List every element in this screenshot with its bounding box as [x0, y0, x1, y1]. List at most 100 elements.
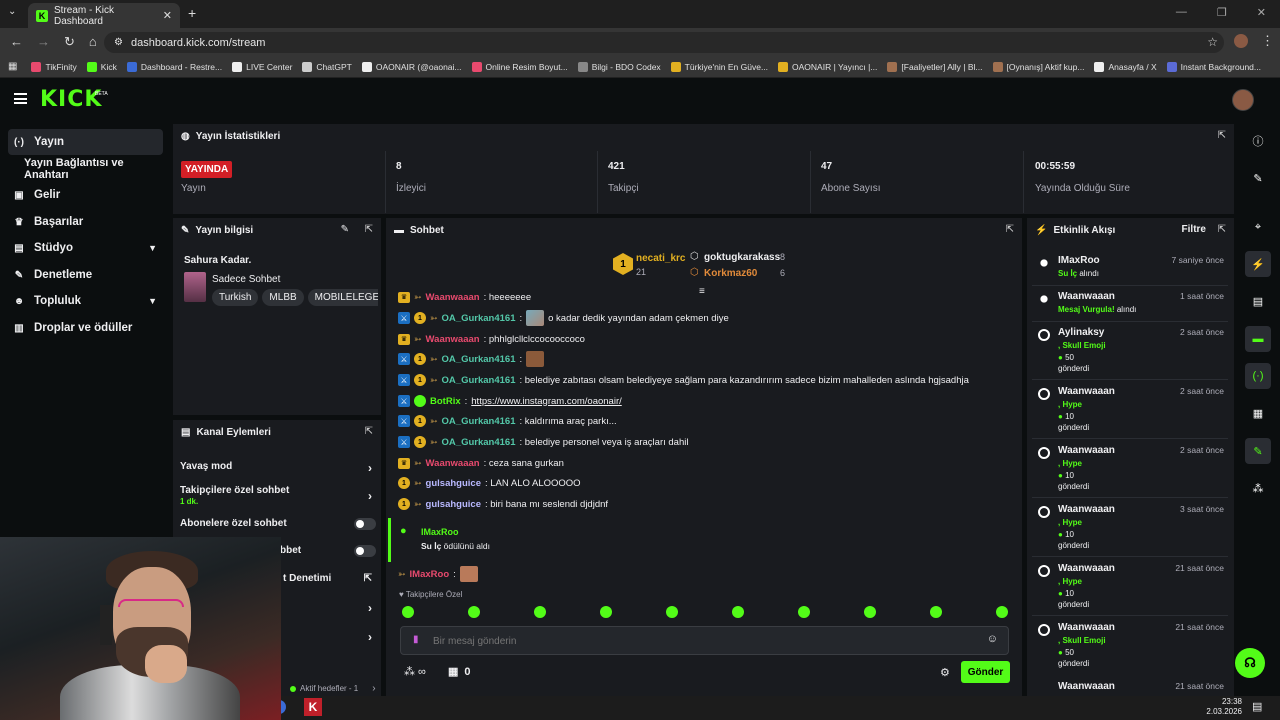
restore-icon[interactable]: ❐	[1217, 6, 1227, 19]
bookmark-item[interactable]: LIVE Center	[232, 61, 292, 72]
emote-icon[interactable]	[402, 606, 414, 618]
chat-username[interactable]: OA_Gurkan4161	[442, 313, 516, 324]
chat-username[interactable]: gulsahguice	[426, 478, 481, 489]
wrench-icon[interactable]: ✎	[1245, 438, 1271, 464]
bookmark-item[interactable]: Online Resim Boyut...	[471, 61, 568, 72]
gifter-name[interactable]: goktugkarakass	[704, 252, 780, 263]
chat-username[interactable]: BotRix	[430, 396, 461, 407]
emote-icon[interactable]	[732, 606, 744, 618]
microphone-icon[interactable]: ▮	[413, 634, 419, 645]
emoji-picker-icon[interactable]: ☺	[987, 633, 998, 645]
chat-username[interactable]: Waanwaaan	[426, 334, 480, 345]
apps-grid-icon[interactable]: ▦	[8, 61, 17, 72]
chat-settings-gear-icon[interactable]: ⚙	[940, 666, 950, 679]
sidebar-item-droplar[interactable]: ▥ Droplar ve ödüller	[8, 315, 163, 341]
chat-username[interactable]: OA_Gurkan4161	[442, 437, 516, 448]
reload-icon[interactable]: ↻	[64, 34, 75, 50]
chat-bubble-icon[interactable]: ▬	[1245, 326, 1271, 352]
stack-icon[interactable]: ▦	[1245, 400, 1271, 426]
bookmark-item[interactable]: [Oynanış] Aktif kup...	[992, 61, 1084, 72]
sidebar-item-studyo[interactable]: ▤ Stüdyo ▼	[8, 235, 163, 261]
popout-icon[interactable]: ⇱	[1218, 130, 1226, 141]
emote-icon[interactable]	[600, 606, 612, 618]
activity-username[interactable]: Waanwaaan	[1058, 563, 1115, 574]
back-icon[interactable]: ←	[10, 34, 23, 50]
bookmark-item[interactable]: Instant Background...	[1166, 61, 1261, 72]
screenshot-icon[interactable]: ⌖	[1245, 214, 1271, 240]
top-gifter-name[interactable]: necati_krc	[636, 253, 685, 264]
browser-tab[interactable]: K Stream - Kick Dashboard ✕	[28, 3, 180, 28]
close-tab-icon[interactable]: ✕	[163, 9, 172, 22]
chat-username[interactable]: Waanwaaan	[426, 292, 480, 303]
popout-icon[interactable]: ⇱	[1218, 224, 1226, 235]
hamburger-menu-icon[interactable]	[14, 93, 27, 104]
sidebar-item-topluluk[interactable]: ☻ Topluluk ▼	[8, 288, 163, 314]
bookmark-item[interactable]: ChatGPT	[302, 61, 352, 72]
chat-link[interactable]: https://www.instagram.com/oaonair/	[471, 396, 621, 407]
sidebar-item-yayin[interactable]: (·) Yayın	[8, 129, 163, 155]
broadcast-icon[interactable]: (·)	[1245, 363, 1271, 389]
bookmark-item[interactable]: Bilgi - BDO Codex	[577, 61, 661, 72]
minimize-icon[interactable]: —	[1176, 6, 1187, 19]
chat-username[interactable]: IMaxRoo	[410, 569, 450, 580]
support-headset-icon[interactable]: ☊	[1235, 648, 1265, 678]
bookmark-item[interactable]: Kick	[86, 61, 117, 72]
info-icon[interactable]: ⓘ	[1245, 128, 1271, 154]
active-goals[interactable]: Aktif hedefler - 1 ›	[290, 683, 376, 694]
bookmark-item[interactable]: OAONAIR | Yayıncı |...	[778, 61, 877, 72]
kick-logo[interactable]: KICK	[40, 87, 102, 112]
sidebar-item-denetleme[interactable]: ✎ Denetleme	[8, 262, 163, 288]
activity-username[interactable]: Waanwaaan	[1058, 445, 1115, 456]
user-avatar[interactable]	[1232, 89, 1254, 111]
activity-username[interactable]: Waanwaaan	[1058, 681, 1115, 690]
popout-icon[interactable]: ⇱	[365, 224, 373, 235]
edit-icon[interactable]: ✎	[1245, 165, 1271, 191]
emote-icon[interactable]	[996, 606, 1008, 618]
site-info-icon[interactable]: ⚙	[114, 37, 123, 48]
chat-scroll-icon[interactable]: ≡	[699, 286, 705, 297]
chat-input-box[interactable]: ▮ ☺	[400, 626, 1009, 655]
activity-username[interactable]: Aylinaksy	[1058, 327, 1104, 338]
sidebar-item-stream-key[interactable]: Yayın Bağlantısı ve Anahtarı	[8, 156, 163, 182]
reward-username[interactable]: IMaxRoo	[421, 527, 459, 537]
browser-menu-icon[interactable]: ⋮	[1261, 33, 1274, 49]
tab-search-icon[interactable]: ⌄	[8, 6, 16, 17]
bookmark-item[interactable]: [Faaliyetler] Ally | Bl...	[887, 61, 983, 72]
bookmark-item[interactable]: Anasayfa / X	[1094, 61, 1157, 72]
chat-username[interactable]: OA_Gurkan4161	[442, 416, 516, 427]
chat-input[interactable]	[433, 633, 973, 649]
activity-username[interactable]: Waanwaaan	[1058, 386, 1115, 397]
popout-icon[interactable]: ⇱	[1006, 224, 1014, 235]
emote-icon[interactable]	[666, 606, 678, 618]
sidebar-item-basarilar[interactable]: ♛ Başarılar	[8, 209, 163, 235]
popout-icon[interactable]: ⇱	[365, 426, 373, 437]
emote-icon[interactable]	[930, 606, 942, 618]
emote-icon[interactable]	[864, 606, 876, 618]
subscribers-only-toggle[interactable]	[354, 518, 376, 530]
browser-profile-avatar[interactable]	[1234, 34, 1248, 48]
bookmark-item[interactable]: Türkiye'nin En Güve...	[670, 61, 768, 72]
followers-only-row[interactable]: Takipçilere özel sohbet 1 dk. ›	[180, 485, 376, 509]
edit-icon[interactable]: ✎	[341, 224, 349, 235]
activity-username[interactable]: Waanwaaan	[1058, 622, 1115, 633]
taskbar-kick-icon[interactable]: K	[304, 698, 322, 716]
emote-icon[interactable]	[798, 606, 810, 618]
forward-icon[interactable]: →	[37, 34, 50, 50]
send-button[interactable]: Gönder	[961, 661, 1010, 683]
slow-mode-row[interactable]: Yavaş mod ›	[180, 461, 376, 477]
activity-username[interactable]: IMaxRoo	[1058, 255, 1100, 266]
notification-icon[interactable]: ▤	[1252, 700, 1262, 713]
sidebar-item-gelir[interactable]: ▣ Gelir	[8, 182, 163, 208]
chat-username[interactable]: Waanwaaan	[426, 458, 480, 469]
lightning-icon[interactable]: ⚡	[1245, 251, 1271, 277]
kick-points[interactable]: ⁂ ∞	[404, 665, 426, 679]
emote-icon[interactable]	[534, 606, 546, 618]
chat-username[interactable]: gulsahguice	[426, 499, 481, 510]
activity-username[interactable]: Waanwaaan	[1058, 504, 1115, 515]
gifter-name[interactable]: Korkmaz60	[704, 268, 757, 279]
bookmark-star-icon[interactable]: ☆	[1207, 35, 1218, 49]
emote-only-toggle[interactable]	[354, 545, 376, 557]
url-field[interactable]: ⚙ dashboard.kick.com/stream ☆	[104, 32, 1224, 53]
bookmark-item[interactable]: Dashboard - Restre...	[126, 61, 222, 72]
emote-icon[interactable]	[468, 606, 480, 618]
